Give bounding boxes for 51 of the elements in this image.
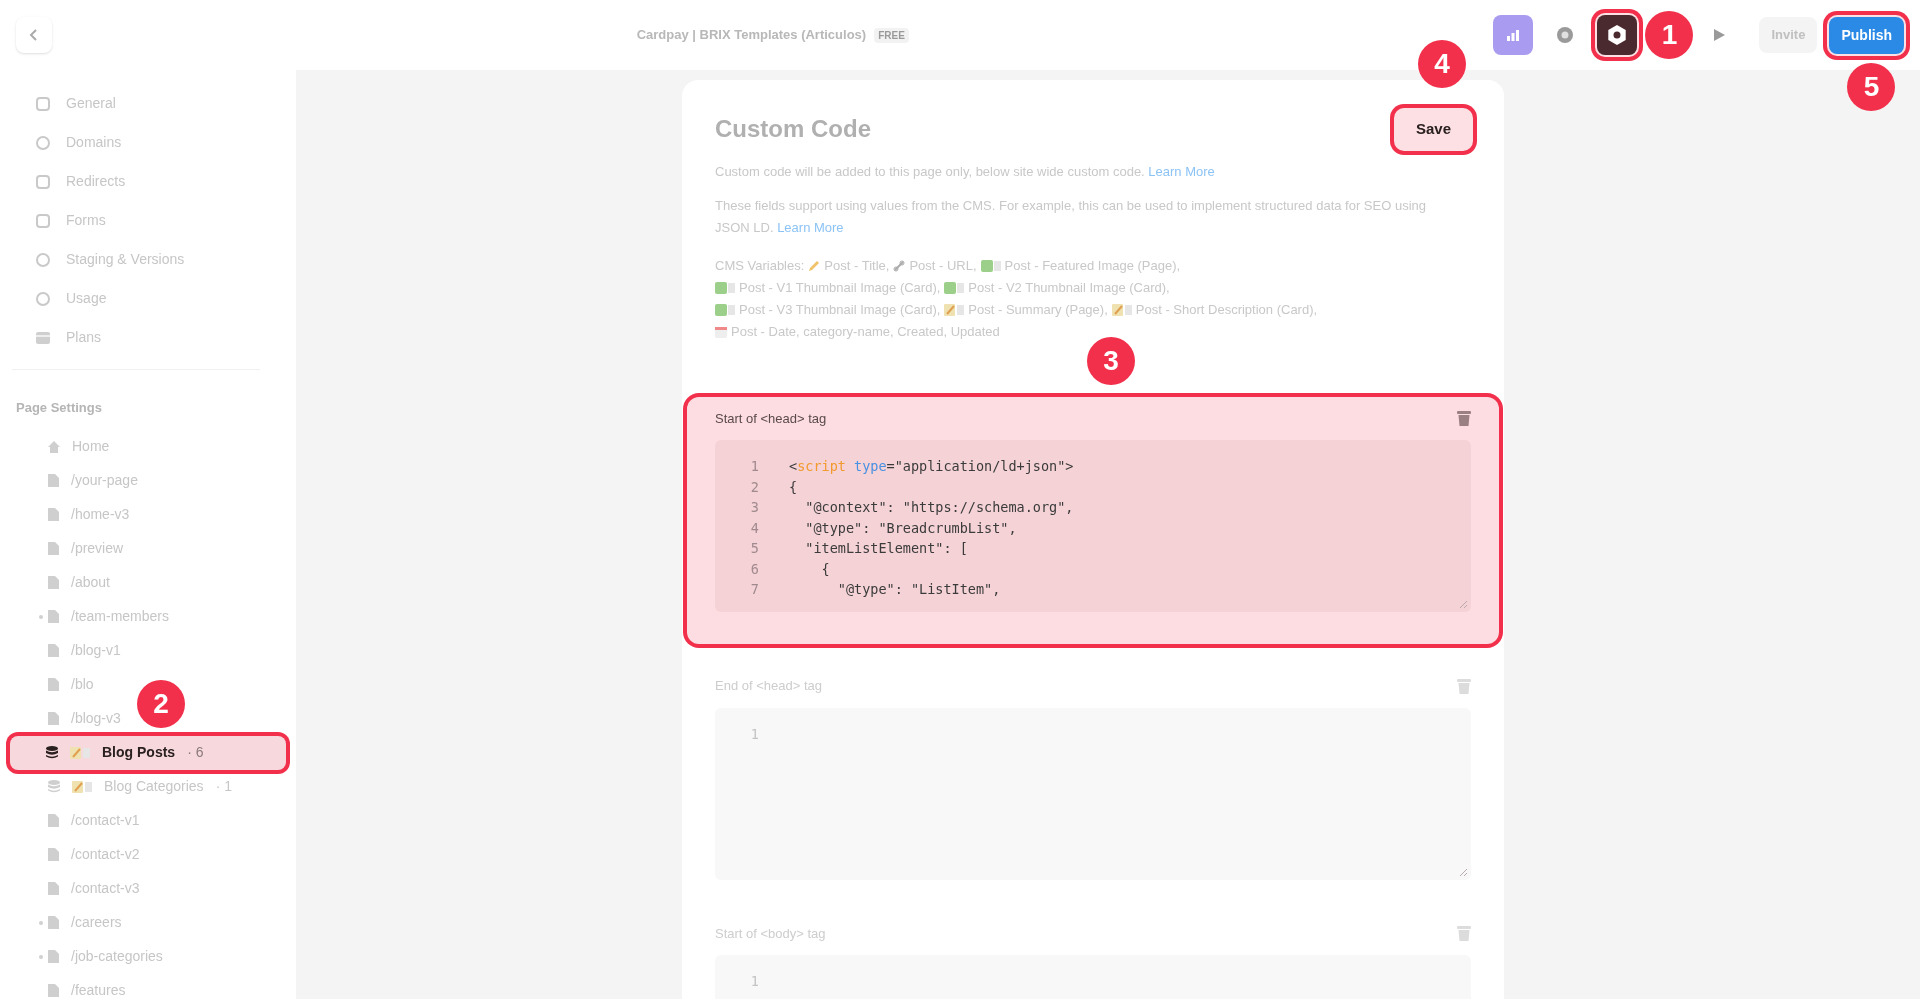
page-list-item[interactable]: /features	[12, 973, 134, 999]
line-number: 3	[749, 498, 759, 518]
line-number: 2	[749, 477, 759, 497]
callout-marker: 1	[1645, 11, 1694, 59]
page-list-item[interactable]: Home	[12, 429, 118, 464]
learn-more-link[interactable]: Learn More	[777, 219, 844, 235]
line-number: 4	[749, 518, 759, 538]
callout-marker: 5	[1847, 62, 1896, 111]
page-list-item[interactable]: /careers	[12, 905, 130, 940]
learn-more-link[interactable]: Learn More	[1148, 163, 1215, 179]
page-list-item[interactable]: /contact-v2	[12, 837, 148, 872]
code-line: {	[789, 477, 798, 497]
code-editor[interactable]: 1 <script type="application/ld+json"> 2 { 3 "@context": "https://schema.org", 4 "@type": "BreadcrumbList", 5 "itemListElement": [ 6 { 7 "@type": "ListItem",	[715, 440, 1471, 612]
page-list-item[interactable]: /preview	[12, 531, 132, 566]
section-heading: Page Settings	[15, 399, 103, 417]
page-list-item[interactable]: /blog-v1	[12, 633, 129, 668]
code-line: {	[820, 559, 830, 579]
line-number: 6	[749, 559, 759, 579]
callout-marker: 3	[1087, 336, 1135, 385]
line-number: 1	[749, 457, 759, 477]
page-list-item[interactable]: /blo	[12, 667, 102, 702]
section-label: Start of <head> tag	[715, 409, 827, 428]
page-list-item[interactable]: /home-v3	[12, 497, 138, 532]
page-list-item[interactable]: /your-page	[12, 463, 146, 498]
settings-menu-item[interactable]: General	[12, 84, 260, 123]
line-number: 7	[749, 580, 759, 600]
settings-menu-item[interactable]: Forms	[12, 201, 260, 240]
settings-menu-item[interactable]: Usage	[12, 279, 260, 318]
page-list-item[interactable]: /about	[12, 565, 118, 600]
code-line: "@type": "ListItem",	[836, 580, 1001, 600]
project-title: Cardpay | BRIX Templates (Articulos)	[636, 26, 867, 45]
line-number: 5	[749, 539, 759, 559]
settings-menu-item[interactable]: Plans	[12, 318, 260, 357]
page-list-item[interactable]: /job-categories	[12, 939, 171, 974]
page-list-item[interactable]: Blog Categories · 1	[12, 769, 240, 804]
code-line: "@context": "https://schema.org",	[804, 498, 1074, 518]
settings-menu-item[interactable]: Redirects	[12, 162, 260, 201]
item-count: · 6	[187, 743, 204, 762]
code-line: <script type="application/ld+json">	[789, 457, 1074, 477]
page-list-item[interactable]: /contact-v3	[12, 871, 148, 906]
code-line: "@type": "BreadcrumbList",	[804, 518, 1017, 538]
page-list-item[interactable]: /contact-v1	[12, 803, 148, 838]
page-list-item[interactable]: /team-members	[12, 599, 178, 634]
page-list-item[interactable]: /blog-v3	[12, 701, 129, 736]
settings-menu-item[interactable]: Staging & Versions	[12, 240, 260, 279]
code-line: "itemListElement": [	[804, 539, 968, 559]
plan-label: FREE	[874, 27, 909, 43]
callout-marker: 2	[137, 679, 185, 728]
settings-menu-item[interactable]: Domains	[12, 123, 260, 162]
page-title: Custom Code	[715, 114, 871, 145]
item-count: · 1	[215, 777, 232, 796]
